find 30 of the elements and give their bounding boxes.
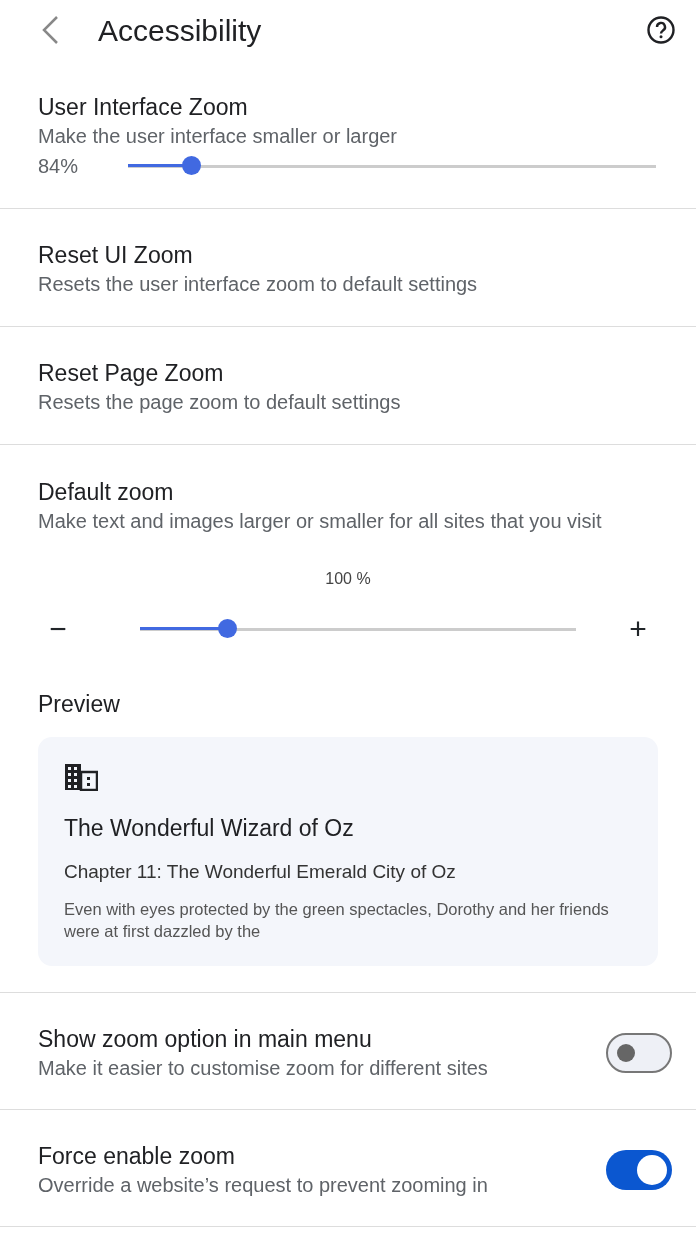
setting-title: Force enable zoom: [38, 1142, 236, 1171]
preview-excerpt: Even with eyes protected by the green spectacles, Dorothy and her friends were at first dazzled by the: [64, 899, 610, 942]
slider-thumb[interactable]: [182, 156, 202, 175]
help-icon[interactable]: [646, 15, 676, 45]
zoom-in-button[interactable]: +: [618, 613, 658, 645]
setting-row[interactable]: Reset Page Zoom Resets the page zoom to default settings: [0, 327, 696, 445]
slider-thumb[interactable]: [218, 619, 238, 638]
setting-description: Make it easier to customise zoom for different sites: [38, 1056, 489, 1081]
page-title: Accessibility: [98, 12, 263, 49]
setting-title: Default zoom: [38, 478, 175, 507]
building-icon: [64, 763, 98, 791]
setting-description: Resets the page zoom to default settings: [38, 390, 402, 415]
zoom-reading: 84%: [38, 154, 80, 179]
setting-description: Resets the user interface zoom to default settings: [38, 272, 479, 297]
preview-chapter: Chapter 11: The Wonderful Emerald City of Oz: [64, 859, 457, 884]
setting-title: Reset Page Zoom: [38, 359, 225, 388]
setting-title: User Interface Zoom: [38, 93, 249, 122]
zoom-out-button[interactable]: −: [38, 613, 78, 645]
setting-row[interactable]: Reset UI Zoom Resets the user interface zoom to default settings: [0, 209, 696, 327]
setting-title: Reset UI Zoom: [38, 241, 194, 270]
toggle-switch[interactable]: [606, 1150, 672, 1190]
back-icon[interactable]: [40, 15, 60, 45]
preview-label: Preview: [38, 690, 121, 719]
toggle-switch[interactable]: [606, 1033, 672, 1073]
zoom-reading: 100 %: [325, 569, 371, 589]
setting-title: Show zoom option in main menu: [38, 1025, 373, 1054]
setting-description: Make text and images larger or smaller for all sites that you visit: [38, 509, 603, 534]
setting-description: Override a website’s request to prevent zooming in: [38, 1173, 489, 1198]
preview-book-title: The Wonderful Wizard of Oz: [64, 814, 355, 843]
setting-description: Make the user interface smaller or larger: [38, 124, 399, 149]
